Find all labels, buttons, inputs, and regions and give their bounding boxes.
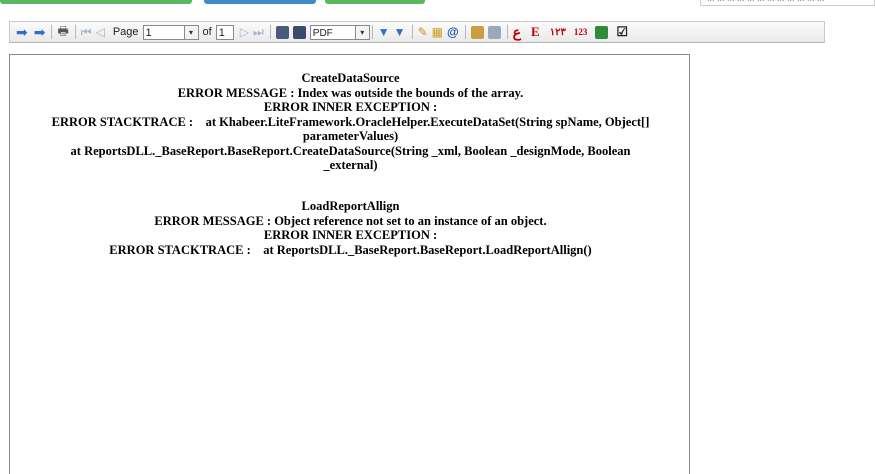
toolbar-separator xyxy=(269,25,271,39)
save-icon[interactable] xyxy=(275,23,289,41)
first-page-icon[interactable]: ⏮ xyxy=(81,23,92,41)
of-label: of xyxy=(202,26,212,38)
toolbar-separator xyxy=(371,25,373,39)
page-label: Page xyxy=(112,26,139,38)
numbers-123-icon[interactable]: 123 xyxy=(574,23,588,41)
save-as-icon[interactable] xyxy=(292,23,306,41)
top-button-green-2[interactable] xyxy=(325,0,425,4)
top-button-blue[interactable] xyxy=(204,0,316,4)
error-block-load-report-allign: LoadReportAllign ERROR MESSAGE : Object … xyxy=(10,199,691,257)
report-viewer-toolbar: ➡ ➡ 🖶 ⏮ ◁ Page 1 ▾ of 1 ▷ ⏭ PDF ▾ ▼ ▼ ✎ … xyxy=(9,21,825,43)
print-icon[interactable]: 🖶 xyxy=(57,23,68,41)
toolbar-separator xyxy=(464,25,466,39)
excel-icon[interactable] xyxy=(595,23,609,41)
error-message: ERROR MESSAGE : Object reference not set… xyxy=(154,213,547,228)
forward-icon[interactable]: ➡ xyxy=(34,23,46,41)
email-icon[interactable]: @ xyxy=(447,23,459,41)
export-format-select[interactable]: PDF xyxy=(309,24,356,40)
english-e-icon[interactable]: E xyxy=(531,23,540,41)
toolbar-separator xyxy=(411,25,413,39)
error-stacktrace-line: ERROR STACKTRACE : at ReportsDLL._BaseRe… xyxy=(109,242,592,257)
last-page-icon[interactable]: ⏭ xyxy=(253,23,264,41)
report-icon[interactable] xyxy=(470,23,484,41)
clear-filter-icon[interactable]: ▼ xyxy=(394,23,406,41)
total-pages-field: 1 xyxy=(215,24,234,40)
error-inner-exception: ERROR INNER EXCEPTION : xyxy=(263,228,438,242)
calendar-icon[interactable]: ▦ xyxy=(432,23,443,41)
error-message: ERROR MESSAGE : Index was outside the bo… xyxy=(177,85,524,100)
report-page: CreateDataSource ERROR MESSAGE : Index w… xyxy=(9,54,690,474)
page-number-input[interactable]: 1 xyxy=(142,24,185,40)
toolbar-separator xyxy=(74,25,76,39)
edit-icon[interactable]: ✎ xyxy=(418,23,428,41)
error-stacktrace-line: ERROR STACKTRACE : at Khabeer.LiteFramew… xyxy=(51,114,650,129)
filter-icon[interactable]: ▼ xyxy=(378,23,390,41)
error-title: CreateDataSource xyxy=(301,71,400,85)
error-inner-exception: ERROR INNER EXCEPTION : xyxy=(263,100,438,114)
error-block-create-datasource: CreateDataSource ERROR MESSAGE : Index w… xyxy=(10,71,691,173)
page-dropdown-button[interactable]: ▾ xyxy=(184,24,199,40)
toolbar-separator xyxy=(51,25,53,39)
toolbar-separator xyxy=(506,25,508,39)
arabic-numerals-icon[interactable]: ١٢٣ xyxy=(550,23,566,41)
error-stacktrace-line: _external) xyxy=(323,158,378,172)
next-page-icon[interactable]: ▷ xyxy=(240,23,249,41)
export-format-dropdown[interactable]: ▾ xyxy=(355,24,370,40)
checkbox-icon[interactable]: ☑ xyxy=(616,23,628,41)
back-icon[interactable]: ➡ xyxy=(16,23,28,41)
error-title: LoadReportAllign xyxy=(301,199,400,213)
top-search-input[interactable]: ... ... ... ... ... ... ... ... ... ... … xyxy=(700,0,875,6)
previous-page-icon[interactable]: ◁ xyxy=(96,23,105,41)
error-stacktrace-line: parameterValues) xyxy=(302,129,399,143)
image-icon[interactable] xyxy=(487,23,501,41)
top-button-green-1[interactable] xyxy=(0,0,192,4)
arabic-e-icon[interactable]: ع xyxy=(513,23,521,41)
error-stacktrace-line: at ReportsDLL._BaseReport.BaseReport.Cre… xyxy=(70,143,631,158)
